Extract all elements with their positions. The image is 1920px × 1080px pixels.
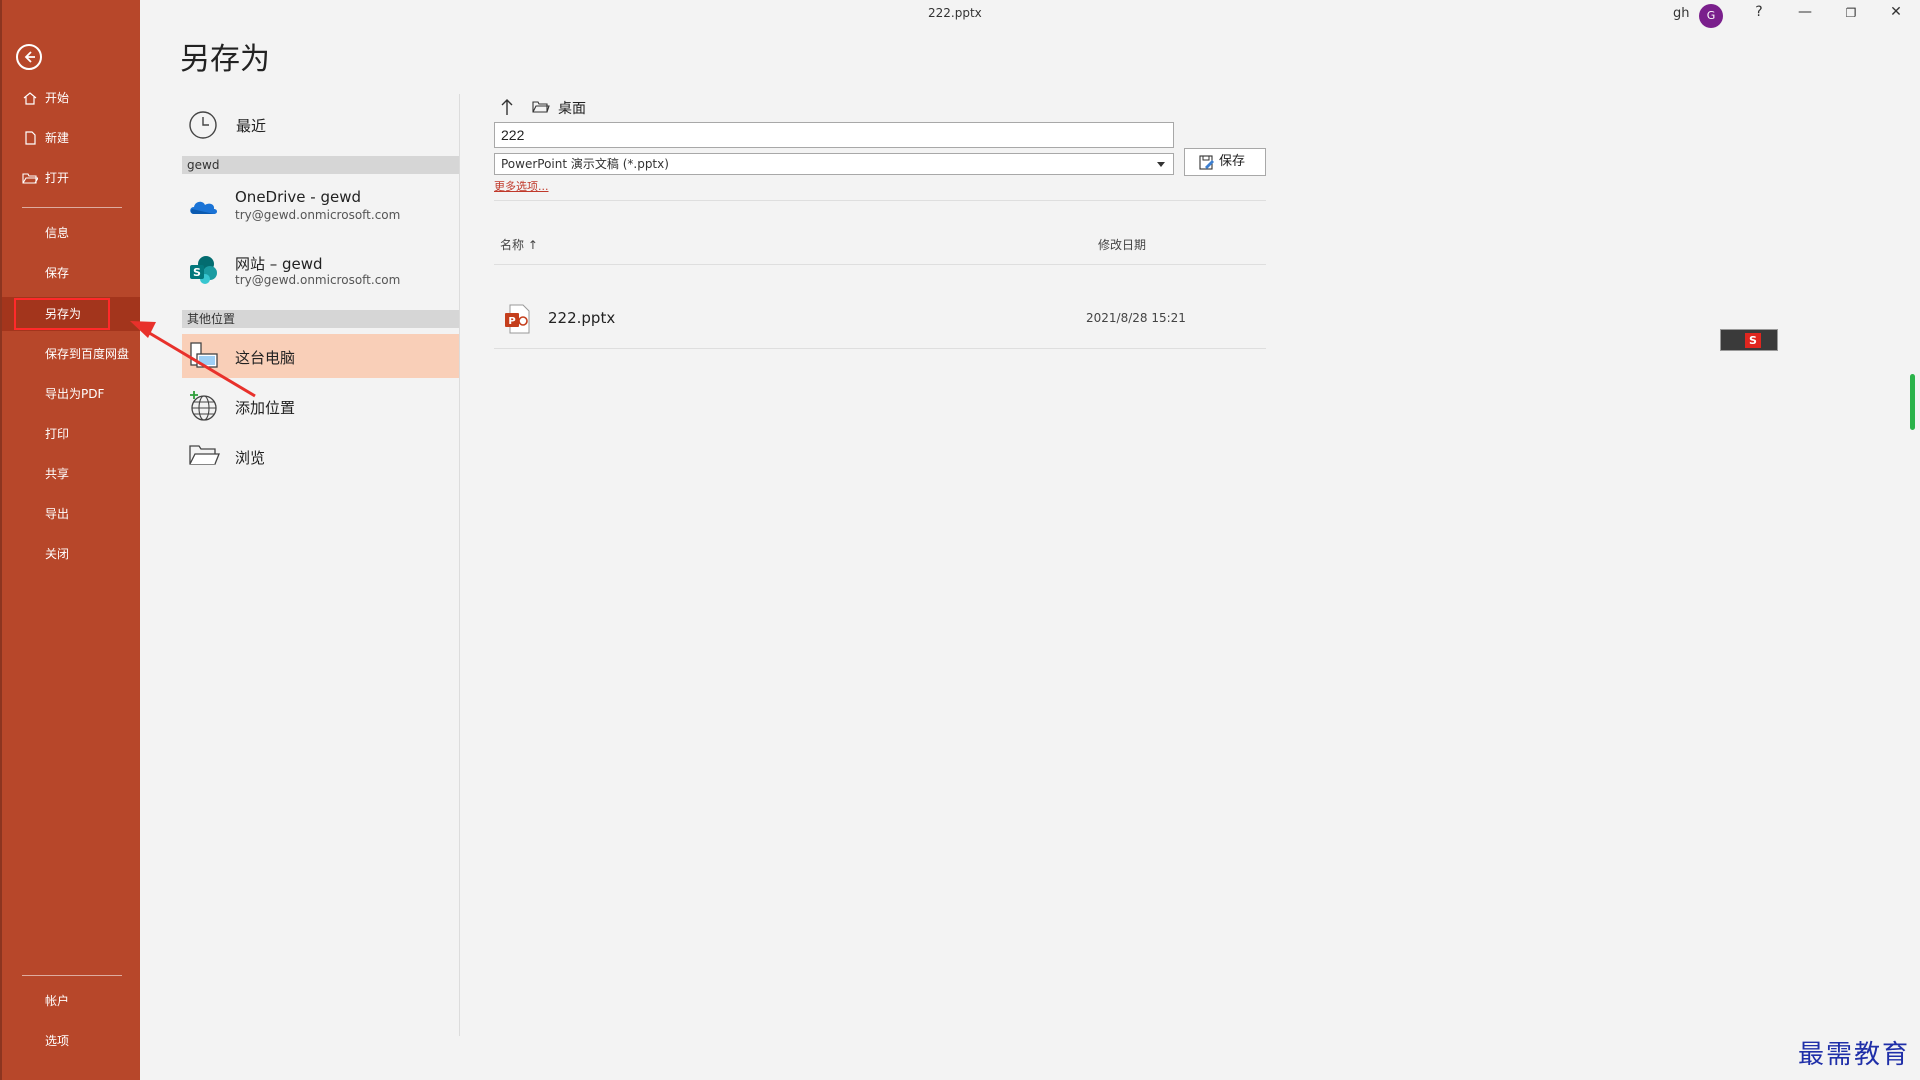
sharepoint-icon: S [190, 256, 217, 284]
file-name-input[interactable] [494, 122, 1174, 148]
nav-divider [22, 207, 122, 208]
group-header-other: 其他位置 [182, 310, 460, 328]
nav-item-label: 保存到百度网盘 [45, 347, 130, 361]
avatar[interactable]: G [1699, 4, 1723, 28]
nav-item-export[interactable]: 导出 [2, 497, 140, 531]
nav-item-info[interactable]: 信息 [2, 216, 140, 250]
nav-item-open[interactable]: 打开 [2, 161, 140, 195]
save-edit-icon [1199, 155, 1214, 170]
nav-item-label: 选项 [45, 1034, 70, 1048]
location-label: 这台电脑 [235, 349, 296, 367]
nav-item-label: 开始 [45, 91, 70, 105]
location-label: 浏览 [235, 449, 266, 467]
location-recent[interactable]: 最近 [182, 104, 460, 146]
user-name[interactable]: gh [1673, 6, 1690, 21]
column-divider [459, 94, 460, 1036]
file-name: 222.pptx [548, 309, 616, 327]
backstage-nav: 开始 新建 打开 信息 保存 另存为 保存到百度网盘 导出为PDF 打印 共享 … [0, 0, 140, 1080]
nav-item-label: 新建 [45, 131, 70, 145]
home-icon [23, 92, 37, 105]
svg-text:S: S [193, 266, 201, 279]
divider [494, 200, 1266, 201]
nav-item-label: 共享 [45, 467, 70, 481]
folder-icon [532, 101, 550, 113]
nav-divider [22, 975, 122, 976]
nav-item-home[interactable]: 开始 [2, 81, 140, 115]
current-folder-label[interactable]: 桌面 [558, 98, 586, 118]
nav-item-save[interactable]: 保存 [2, 256, 140, 290]
column-header-name[interactable]: 名称 ↑ [500, 236, 538, 253]
nav-item-close[interactable]: 关闭 [2, 537, 140, 571]
help-icon[interactable]: ? [1749, 4, 1769, 20]
nav-item-label: 另存为 [45, 307, 82, 321]
globe-add-icon [190, 391, 217, 421]
watermark: 最需教育 [1798, 1040, 1911, 1070]
divider [494, 264, 1266, 265]
nav-item-account[interactable]: 帐户 [2, 984, 140, 1018]
folder-browse-icon [189, 445, 220, 465]
clock-icon [189, 111, 217, 139]
location-label: 最近 [236, 117, 267, 135]
nav-item-label: 关闭 [45, 547, 70, 561]
nav-item-export-pdf[interactable]: 导出为PDF [2, 377, 140, 411]
new-file-icon [25, 131, 36, 145]
column-header-modified[interactable]: 修改日期 [1098, 236, 1146, 253]
location-label: 添加位置 [235, 399, 296, 417]
save-button[interactable]: 保存 [1184, 148, 1266, 176]
nav-item-label: 导出 [45, 507, 70, 521]
location-add-place[interactable]: 添加位置 [182, 384, 460, 428]
nav-item-label: 打开 [45, 171, 70, 185]
back-arrow-icon[interactable] [16, 44, 42, 70]
nav-item-share[interactable]: 共享 [2, 457, 140, 491]
more-options-link[interactable]: 更多选项... [494, 178, 549, 194]
location-subtitle: try@gewd.onmicrosoft.com [235, 208, 401, 222]
nav-item-options[interactable]: 选项 [2, 1024, 140, 1058]
svg-text:P: P [508, 316, 515, 327]
location-onedrive[interactable]: OneDrive - gewd try@gewd.onmicrosoft.com [182, 180, 460, 236]
sogou-ime-icon: S [1745, 333, 1761, 348]
folder-open-icon [22, 173, 38, 184]
location-title: OneDrive - gewd [235, 188, 362, 206]
document-title: 222.pptx [928, 6, 982, 20]
group-header-gewd: gewd [182, 156, 460, 174]
divider [494, 348, 1266, 349]
location-sharepoint-site[interactable]: S 网站 – gewd try@gewd.onmicrosoft.com [182, 244, 460, 300]
file-row[interactable]: P 222.pptx 2021/8/28 15:21 [494, 296, 1266, 342]
onedrive-cloud-icon [190, 201, 217, 214]
chevron-down-icon [1157, 162, 1165, 167]
close-icon[interactable]: ✕ [1886, 4, 1906, 20]
nav-item-new[interactable]: 新建 [2, 121, 140, 155]
nav-item-save-to-baidu[interactable]: 保存到百度网盘 [2, 337, 140, 371]
nav-item-label: 导出为PDF [45, 387, 105, 401]
location-this-pc[interactable]: 这台电脑 [182, 334, 460, 378]
nav-item-save-as[interactable]: 另存为 [2, 297, 140, 331]
restore-icon[interactable]: ❐ [1841, 6, 1861, 20]
up-arrow-icon[interactable] [500, 98, 514, 116]
location-title: 网站 – gewd [235, 255, 323, 273]
nav-item-label: 信息 [45, 226, 70, 240]
nav-item-label: 帐户 [45, 994, 70, 1008]
nav-item-print[interactable]: 打印 [2, 417, 140, 451]
scroll-indicator[interactable] [1910, 374, 1915, 430]
location-browse[interactable]: 浏览 [182, 434, 460, 478]
this-pc-icon [190, 342, 218, 368]
page-title: 另存为 [180, 42, 270, 77]
nav-item-label: 打印 [45, 427, 70, 441]
file-modified-date: 2021/8/28 15:21 [1086, 311, 1186, 325]
file-type-select[interactable]: PowerPoint 演示文稿 (*.pptx) [494, 153, 1174, 175]
pptx-file-icon: P [505, 304, 530, 334]
location-subtitle: try@gewd.onmicrosoft.com [235, 273, 401, 287]
file-type-value: PowerPoint 演示文稿 (*.pptx) [501, 157, 669, 171]
minimize-icon[interactable]: — [1795, 4, 1815, 20]
ime-toolbar[interactable]: S [1720, 329, 1778, 351]
nav-item-label: 保存 [45, 266, 70, 280]
save-button-label: 保存 [1219, 154, 1246, 169]
